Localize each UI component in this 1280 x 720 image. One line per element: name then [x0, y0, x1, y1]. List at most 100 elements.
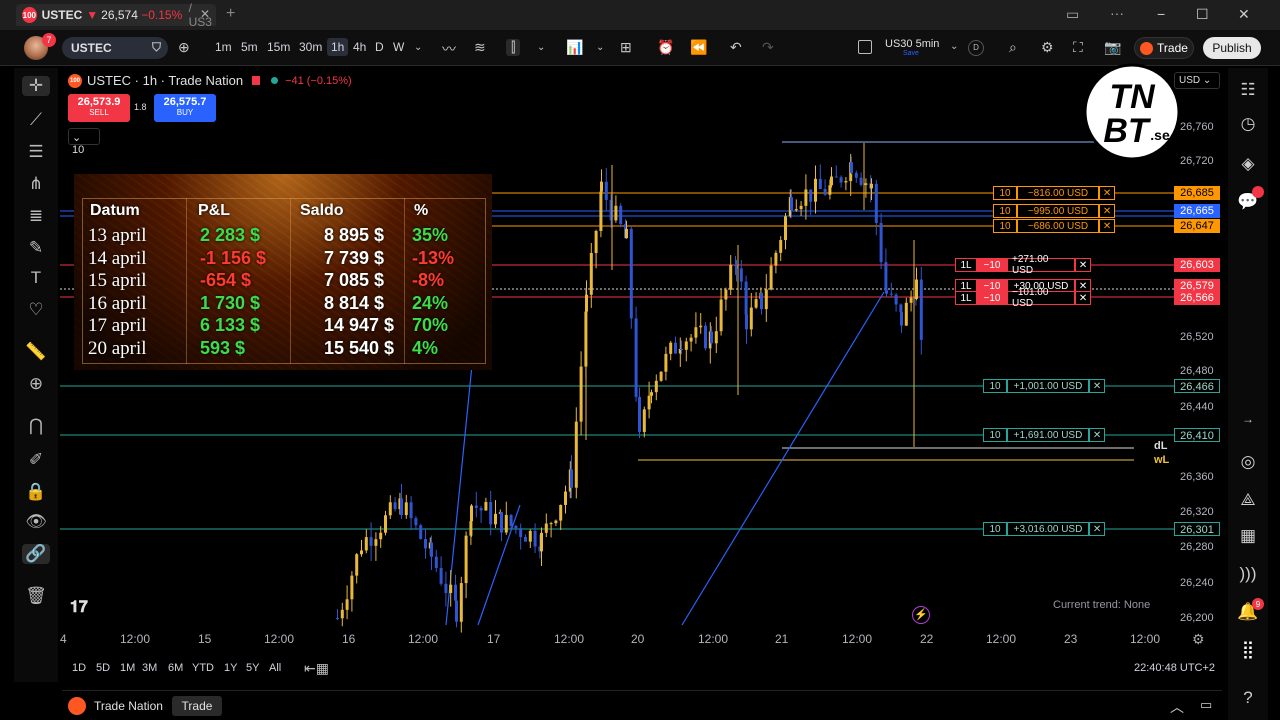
- order-close-icon[interactable]: ✕: [1075, 258, 1091, 272]
- pencil-lock-icon[interactable]: ✐: [14, 450, 58, 470]
- range-button[interactable]: 6M: [168, 662, 183, 674]
- layout-selector[interactable]: US30 5min Save ⌄ D: [858, 38, 988, 60]
- replay-icon[interactable]: ⏪: [690, 39, 707, 56]
- quantity-selector[interactable]: ⌄ 10: [68, 128, 100, 156]
- trend-line-icon[interactable]: ⟋: [14, 110, 58, 130]
- range-button[interactable]: All: [269, 662, 281, 674]
- heart-icon[interactable]: ♡: [14, 300, 58, 320]
- close-window-icon[interactable]: ✕: [1238, 6, 1250, 23]
- arrow-left-icon[interactable]: →: [1228, 412, 1268, 426]
- search-icon[interactable]: ⌕: [1009, 39, 1017, 56]
- order-close-icon[interactable]: ✕: [1099, 219, 1115, 233]
- clock[interactable]: 22:40:48 UTC+2: [1134, 662, 1215, 674]
- interval-dropdown-icon[interactable]: ⌄: [414, 42, 422, 53]
- order-label[interactable]: 1L −10 +271.00 USD ✕: [955, 254, 1091, 276]
- interval-1h[interactable]: 1h: [327, 38, 349, 56]
- triangle-icon[interactable]: ⟁: [1228, 490, 1268, 510]
- sell-button[interactable]: 26,573.9 SELL: [68, 94, 130, 122]
- text-icon[interactable]: T: [14, 268, 58, 288]
- interval-30m[interactable]: 30m: [299, 40, 322, 54]
- range-button[interactable]: 5Y: [246, 662, 259, 674]
- lightning-icon[interactable]: ⚡: [912, 606, 930, 624]
- interval-d[interactable]: D: [375, 40, 384, 54]
- interval-15m[interactable]: 15m: [267, 40, 290, 54]
- interval-5m[interactable]: 5m: [241, 40, 258, 54]
- interval-4h[interactable]: 4h: [353, 40, 366, 54]
- range-button[interactable]: YTD: [192, 662, 214, 674]
- zoom-icon[interactable]: ⊕: [14, 374, 58, 394]
- order-close-icon[interactable]: ✕: [1089, 379, 1105, 393]
- candle-type-icon[interactable]: ⫿: [506, 39, 521, 56]
- order-close-icon[interactable]: ✕: [1099, 186, 1115, 200]
- symbol-search[interactable]: USTEC ⛉: [62, 37, 168, 59]
- fullscreen-icon[interactable]: ⛶: [1073, 39, 1083, 56]
- clock-icon[interactable]: ◷: [1228, 114, 1268, 134]
- currency-selector[interactable]: USD ⌄: [1174, 72, 1220, 89]
- trash-icon[interactable]: 🗑: [14, 586, 58, 606]
- crosshair-icon[interactable]: ✛: [22, 76, 50, 96]
- compare-add-icon[interactable]: ⊕: [178, 39, 190, 56]
- screen-icon[interactable]: ▭: [1066, 6, 1079, 23]
- new-tab-icon[interactable]: +: [226, 5, 235, 23]
- buy-button[interactable]: 26,575.7 BUY: [154, 94, 216, 122]
- more-icon[interactable]: ···: [1110, 5, 1124, 21]
- brush-icon[interactable]: ✎: [14, 238, 58, 258]
- order-close-icon[interactable]: ✕: [1099, 204, 1115, 218]
- link-icon[interactable]: 🔗: [22, 544, 50, 564]
- maximize-icon[interactable]: ☐: [1196, 6, 1209, 23]
- tab-close-icon[interactable]: ✕: [200, 7, 210, 21]
- range-button[interactable]: 1Y: [224, 662, 237, 674]
- layers-icon[interactable]: ◈: [1228, 154, 1268, 174]
- broadcast-icon[interactable]: ))): [1228, 564, 1268, 584]
- order-label[interactable]: 10 −816.00 USD ✕: [993, 186, 1115, 200]
- order-label[interactable]: 10 −995.00 USD ✕: [993, 204, 1115, 218]
- browser-tab[interactable]: 100 USTEC ▼ 26,574 −0.15% / US3 ✕: [16, 1, 216, 29]
- range-button[interactable]: 1D: [72, 662, 86, 674]
- order-label[interactable]: 10 +1,691.00 USD ✕: [983, 428, 1105, 442]
- target-icon[interactable]: ◎: [1228, 452, 1268, 472]
- publish-button[interactable]: Publish: [1203, 37, 1261, 59]
- undo-icon[interactable]: ↶: [730, 39, 742, 56]
- interval-w[interactable]: W: [393, 40, 404, 54]
- ruler-icon[interactable]: 📏: [14, 342, 58, 362]
- pitchfork-icon[interactable]: ⋔: [14, 174, 58, 194]
- order-close-icon[interactable]: ✕: [1089, 428, 1105, 442]
- indicators-icon[interactable]: 📊: [566, 39, 583, 56]
- fib-icon[interactable]: ≣: [14, 206, 58, 226]
- range-button[interactable]: 3M: [142, 662, 157, 674]
- order-close-icon[interactable]: ✕: [1089, 522, 1105, 536]
- lock-icon[interactable]: 🔒: [14, 482, 58, 502]
- chart-type-dropdown-icon[interactable]: ⌄: [537, 42, 545, 53]
- eye-icon[interactable]: 👁: [14, 512, 58, 532]
- magnet-icon[interactable]: ⋂: [14, 416, 58, 436]
- multi-line-icon[interactable]: ≋: [474, 39, 486, 56]
- trade-button[interactable]: Trade: [1134, 37, 1194, 59]
- horizontal-lines-icon[interactable]: ☰: [14, 142, 58, 162]
- order-pnl: +1,001.00 USD: [1007, 379, 1089, 393]
- axis-settings-icon[interactable]: ⚙: [1192, 631, 1205, 648]
- alert-icon[interactable]: ⏰: [657, 39, 674, 56]
- watchlist-icon[interactable]: ☷: [1228, 80, 1268, 100]
- apps-grid-icon[interactable]: ⣿: [1228, 640, 1268, 660]
- help-icon[interactable]: ?: [1228, 688, 1268, 708]
- footer-trade-button[interactable]: Trade: [172, 696, 222, 716]
- maximize-panel-icon[interactable]: ▭: [1200, 697, 1212, 713]
- minimize-icon[interactable]: −: [1157, 6, 1165, 22]
- indicators-dropdown-icon[interactable]: ⌄: [596, 42, 604, 53]
- order-label[interactable]: 10 +1,001.00 USD ✕: [983, 379, 1105, 393]
- expand-panel-icon[interactable]: ︿: [1170, 697, 1184, 717]
- line-chart-icon[interactable]: 〰: [442, 39, 456, 59]
- interval-1m[interactable]: 1m: [215, 40, 232, 54]
- order-close-icon[interactable]: ✕: [1075, 291, 1091, 305]
- settings-icon[interactable]: ⚙: [1041, 39, 1054, 56]
- redo-icon[interactable]: ↷: [762, 39, 774, 56]
- templates-icon[interactable]: ⊞: [620, 39, 632, 56]
- calendar-icon[interactable]: ▦: [1228, 526, 1268, 546]
- order-label[interactable]: 10 −686.00 USD ✕: [993, 219, 1115, 233]
- range-button[interactable]: 5D: [96, 662, 110, 674]
- goto-date-icon[interactable]: ⇤▦: [304, 660, 329, 677]
- camera-icon[interactable]: 📷: [1104, 39, 1121, 56]
- order-label[interactable]: 10 +3,016.00 USD ✕: [983, 522, 1105, 536]
- range-button[interactable]: 1M: [120, 662, 135, 674]
- order-label[interactable]: 1L −10 −101.00 USD ✕: [955, 287, 1091, 309]
